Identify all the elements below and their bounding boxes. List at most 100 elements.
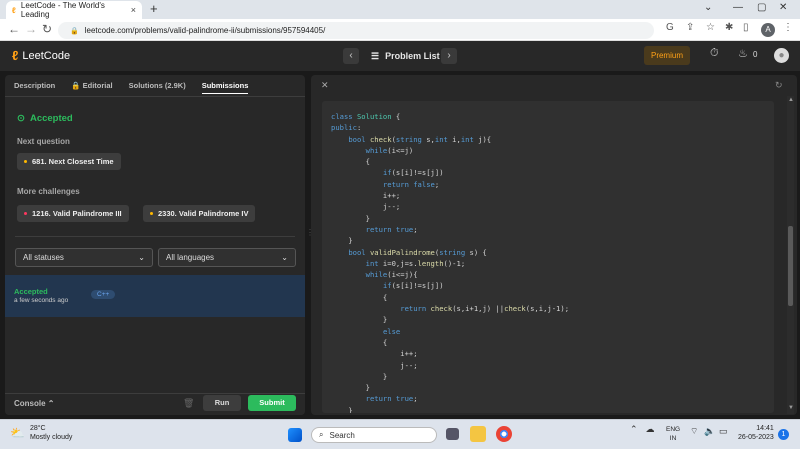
challenge-title: 1216. Valid Palindrome III [32, 209, 122, 218]
browser-tab[interactable]: ℓ LeetCode - The World's Leading × [6, 1, 142, 19]
chrome-icon[interactable] [496, 426, 512, 442]
timer-icon[interactable]: ⏱ [710, 47, 719, 60]
left-panel: Description 🔒 Editorial Solutions (2.9K) … [5, 75, 305, 415]
address-bar[interactable]: 🔒 leetcode.com/problems/valid-palindrome… [58, 22, 654, 39]
next-question-title: 681. Next Closest Time [32, 157, 114, 166]
code-line: return true; [365, 224, 418, 234]
streak-count: 0 [753, 50, 758, 59]
code-line: i++; [331, 191, 401, 201]
search-label: Search [329, 430, 355, 440]
code-line: } [331, 236, 353, 246]
user-avatar[interactable]: ● [774, 48, 789, 63]
tab-solutions[interactable]: Solutions (2.9K) [129, 81, 186, 90]
back-icon[interactable]: ← [8, 22, 20, 36]
difficulty-dot-icon [24, 212, 27, 215]
volume-icon[interactable]: 🔈 [704, 426, 715, 437]
sidebar-icon[interactable]: ▯ [743, 22, 749, 33]
chevron-down-icon[interactable]: ⌄ [704, 2, 712, 13]
refresh-icon[interactable]: ↻ [775, 80, 783, 91]
chevron-down-icon: ⌄ [281, 253, 288, 262]
forward-icon[interactable]: → [25, 22, 37, 36]
code-line: bool check(string s,int i,int j){ [348, 134, 492, 144]
windows-start-icon[interactable] [288, 428, 302, 442]
difficulty-dot-icon [150, 212, 153, 215]
submit-button[interactable]: Submit [248, 395, 296, 411]
notification-badge[interactable]: 1 [778, 429, 789, 440]
leetcode-favicon-icon: ℓ [12, 5, 16, 15]
challenge-chip-1216[interactable]: 1216. Valid Palindrome III [17, 205, 129, 222]
chevron-down-icon: ⌄ [138, 253, 145, 262]
logo-text: LeetCode [22, 49, 71, 62]
window-close-icon[interactable]: ✕ [779, 2, 787, 13]
more-menu-icon[interactable]: ⋮ [783, 22, 793, 33]
tab-description[interactable]: Description [14, 81, 55, 90]
reload-icon[interactable]: ↻ [42, 22, 52, 36]
console-label: Console [14, 399, 46, 408]
challenge-chip-2330[interactable]: 2330. Valid Palindrome IV [143, 205, 256, 222]
more-challenges-label: More challenges [17, 187, 80, 196]
code-line: } [331, 371, 388, 381]
tab-editorial[interactable]: 🔒 Editorial [71, 81, 112, 90]
system-tray: ⌃ ☁ [630, 424, 655, 435]
status-filter-select[interactable]: All statuses ⌄ [15, 248, 153, 267]
status-filter-value: All statuses [23, 253, 64, 262]
language-filter-select[interactable]: All languages ⌄ [158, 248, 296, 267]
code-line: { [331, 292, 388, 302]
submission-row[interactable] [5, 275, 305, 317]
scrollbar-thumb[interactable] [788, 226, 793, 306]
next-question-chip[interactable]: 681. Next Closest Time [17, 153, 121, 170]
task-view-icon[interactable] [446, 428, 459, 440]
prev-problem-button[interactable]: ‹ [343, 48, 359, 64]
chevron-up-icon[interactable]: ⌃ [630, 424, 638, 435]
minimize-icon[interactable]: — [733, 2, 743, 13]
tab-title: LeetCode - The World's Leading [20, 1, 105, 19]
code-line: i++; [331, 349, 418, 359]
bookmark-star-icon[interactable]: ☆ [706, 22, 715, 33]
battery-icon[interactable]: ▭ [719, 426, 728, 437]
console-toggle[interactable]: Console ⌃ [14, 399, 55, 408]
maximize-icon[interactable]: ▢ [757, 2, 766, 13]
taskbar-clock[interactable]: 14:41 26-05-2023 [738, 424, 774, 442]
code-line: public: [331, 123, 362, 133]
file-explorer-icon[interactable] [470, 426, 486, 442]
new-tab-button[interactable]: + [150, 2, 158, 16]
lang-line-2: IN [669, 435, 677, 442]
language-indicator[interactable]: ENG IN [666, 425, 680, 443]
submission-language-badge: C++ [91, 290, 116, 299]
scroll-up-icon[interactable]: ▲ [788, 97, 794, 103]
code-line: } [331, 405, 353, 413]
code-line: return true; [365, 394, 418, 404]
code-line: { [331, 337, 388, 347]
weather-widget[interactable]: ⛅ 28°C Mostly cloudy [10, 424, 72, 442]
submission-status[interactable]: Accepted [14, 287, 48, 296]
code-line: if(s[i]!=s[j]) [382, 168, 444, 178]
cloud-icon[interactable]: ☁ [646, 424, 655, 435]
problem-list-button[interactable]: ☰ Problem List [371, 48, 440, 64]
code-line: { [331, 157, 370, 167]
code-line: bool validPalindrome(string s) { [348, 247, 487, 257]
premium-button[interactable]: Premium [644, 46, 690, 65]
code-line: return false; [382, 179, 440, 189]
problem-list-label: Problem List [385, 51, 440, 61]
wifi-icon[interactable]: ⌔ [690, 426, 698, 437]
tab-close-icon[interactable]: × [131, 5, 136, 15]
streak-icon[interactable]: ♨ [738, 47, 748, 60]
share-icon[interactable]: ⇪ [686, 22, 694, 33]
tab-submissions[interactable]: Submissions [201, 81, 249, 94]
extensions-icon[interactable]: ✱ [725, 22, 733, 33]
close-icon[interactable]: ✕ [321, 80, 329, 91]
divider [15, 236, 295, 237]
scroll-down-icon[interactable]: ▼ [788, 405, 794, 411]
chevron-up-icon: ⌃ [47, 399, 55, 408]
next-problem-button[interactable]: › [441, 48, 457, 64]
taskbar-search[interactable]: ⌕ Search [311, 427, 437, 443]
profile-avatar[interactable]: A [761, 23, 775, 37]
code-line: } [331, 315, 388, 325]
trash-icon[interactable]: 🗑 [183, 398, 194, 409]
code-line: } [331, 383, 370, 393]
run-button[interactable]: Run [203, 395, 241, 411]
leetcode-logo[interactable]: ℓ LeetCode [12, 48, 70, 63]
google-icon[interactable]: G [666, 22, 674, 33]
lang-line-1: ENG [666, 426, 681, 433]
code-line: } [331, 213, 370, 223]
